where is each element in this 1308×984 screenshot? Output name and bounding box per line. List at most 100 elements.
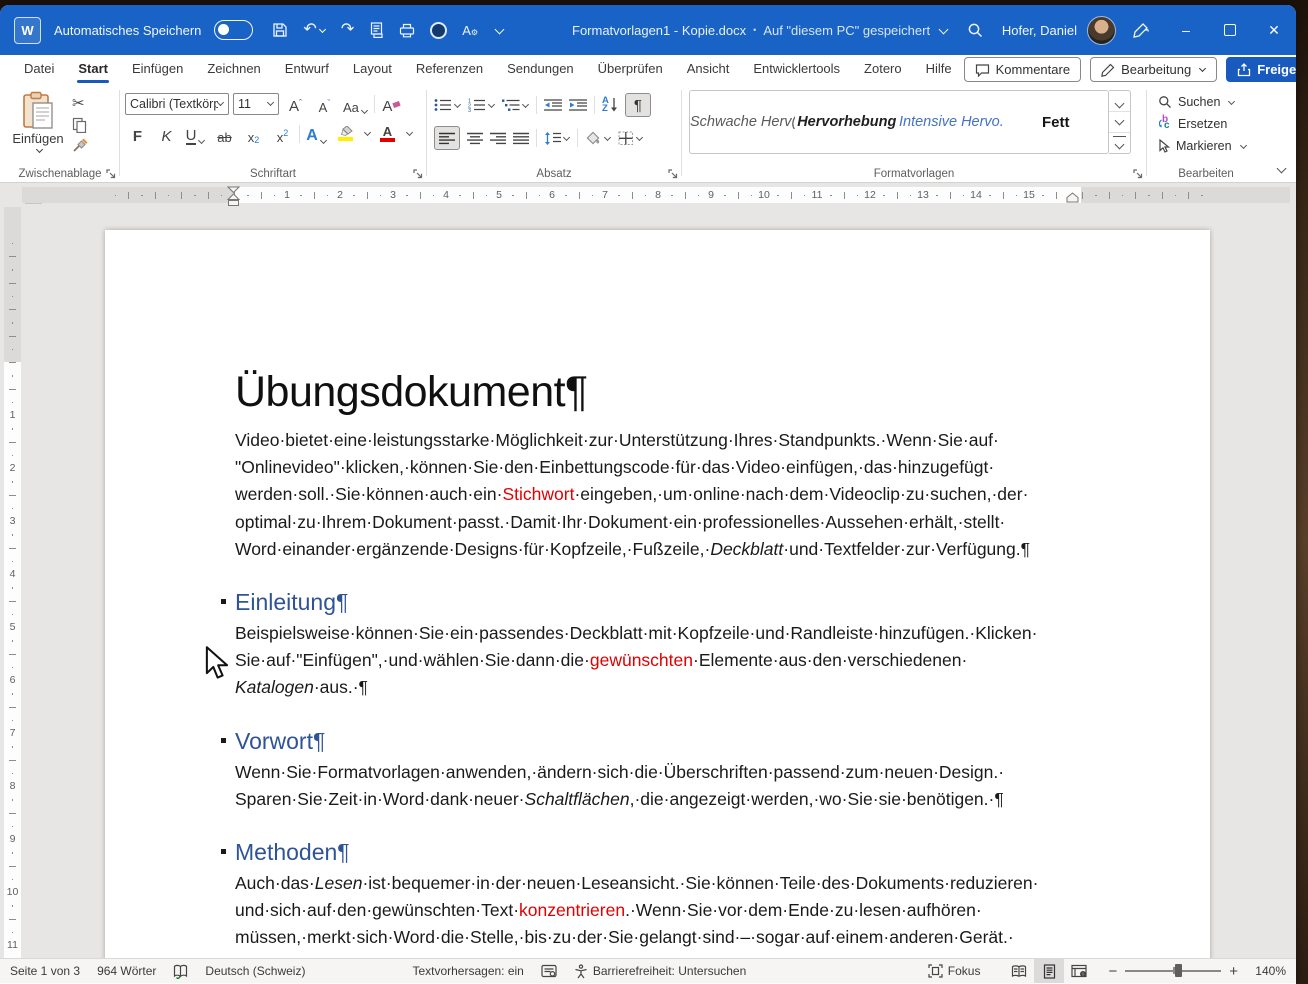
paste-dropdown-icon[interactable] (35, 146, 42, 153)
style-fett[interactable]: Fett (1004, 114, 1109, 131)
document-heading-title[interactable]: Übungsdokument¶ (235, 365, 1085, 420)
styles-gallery-up-button[interactable] (1109, 91, 1130, 111)
text-predictions-icon[interactable] (541, 964, 557, 978)
justify-button[interactable] (513, 132, 529, 145)
cut-button[interactable]: ✂ (72, 94, 88, 112)
borders-button[interactable] (618, 131, 643, 146)
share-button[interactable]: Freigeben (1226, 57, 1296, 82)
clear-formatting-button[interactable]: A (379, 92, 404, 115)
font-size-select[interactable]: 11 (233, 93, 279, 115)
zoom-percentage[interactable]: 140% (1246, 964, 1286, 978)
page-count[interactable]: Seite 1 von 3 (10, 964, 80, 978)
grow-font-button[interactable]: Aˆ (283, 92, 308, 115)
vertical-ruler[interactable]: 1234567891011 (4, 207, 21, 958)
shrink-font-button[interactable]: Aˇ (312, 92, 337, 115)
heading[interactable]: Vorwort¶ (235, 726, 1085, 756)
zoom-slider-handle[interactable] (1175, 964, 1182, 977)
save-status[interactable]: Auf "diesem PC" gespeichert (763, 23, 930, 38)
tab-entwurf[interactable]: Entwurf (273, 55, 341, 84)
find-button[interactable]: Suchen (1158, 93, 1264, 111)
document-page[interactable]: Übungsdokument¶ Video·bietet·eine·leistu… (105, 230, 1210, 958)
save-icon[interactable] (272, 22, 288, 38)
minimize-button[interactable]: – (1164, 5, 1208, 55)
decrease-indent-button[interactable] (544, 98, 562, 112)
zoom-out-button[interactable]: − (1108, 963, 1117, 980)
font-color-dropdown-icon[interactable] (406, 129, 413, 136)
tab-hilfe[interactable]: Hilfe (914, 55, 964, 84)
accessibility-checker[interactable]: Barrierefreiheit: Untersuchen (574, 964, 746, 979)
underline-button[interactable]: U (183, 122, 208, 145)
paragraph[interactable]: Video·bietet·eine·leistungsstarke·Möglic… (235, 427, 1085, 563)
tab-entwicklertools[interactable]: Entwicklertools (741, 55, 852, 84)
zoom-slider[interactable] (1125, 970, 1221, 971)
clipboard-dialog-launcher-icon[interactable] (106, 169, 116, 179)
change-case-button[interactable]: Aa (341, 92, 370, 115)
printer-icon[interactable] (399, 23, 415, 38)
increase-indent-button[interactable] (569, 98, 587, 112)
format-painter-button[interactable] (72, 138, 88, 154)
tab-ueberpruefen[interactable]: Überprüfen (586, 55, 675, 84)
ink-pen-icon[interactable] (1132, 21, 1150, 39)
highlight-dropdown-icon[interactable] (364, 129, 371, 136)
paragraph[interactable]: Beispielsweise·können·Sie·ein·passendes·… (235, 620, 1085, 702)
select-button[interactable]: Markieren (1158, 137, 1264, 155)
font-color-button[interactable]: A (375, 122, 400, 145)
tab-start[interactable]: Start (66, 55, 120, 84)
paragraph[interactable]: Auch·das·Lesen·ist·bequemer·in·der·neuen… (235, 870, 1085, 952)
align-right-button[interactable] (490, 132, 506, 145)
word-count[interactable]: 964 Wörter (97, 964, 156, 978)
font-name-select[interactable]: Calibri (Textkörp (125, 93, 229, 115)
avatar[interactable] (1087, 16, 1116, 45)
heading[interactable]: Einleitung¶ (235, 587, 1085, 617)
styles-gallery-more-button[interactable] (1109, 132, 1130, 153)
word-app-icon[interactable]: W (14, 17, 41, 44)
replace-button[interactable]: b c Ersetzen (1158, 115, 1264, 133)
tab-einfuegen[interactable]: Einfügen (120, 55, 195, 84)
first-line-indent-marker[interactable] (227, 186, 240, 201)
strikethrough-button[interactable]: ab (212, 122, 237, 145)
styles-gallery-down-button[interactable] (1109, 111, 1130, 132)
shading-button[interactable] (585, 131, 611, 146)
proofing-icon[interactable] (173, 964, 188, 979)
print-preview-icon[interactable] (369, 22, 384, 38)
editing-mode-button[interactable]: Bearbeitung (1090, 57, 1217, 82)
align-left-button[interactable] (434, 126, 460, 150)
align-center-button[interactable] (467, 132, 483, 145)
bold-button[interactable]: F (125, 122, 150, 145)
autosave-toggle[interactable] (214, 20, 253, 40)
tab-referenzen[interactable]: Referenzen (404, 55, 495, 84)
qat-customize-chevron-icon[interactable] (495, 24, 505, 34)
redo-button[interactable]: ↷ (341, 22, 354, 38)
style-hervorhebung[interactable]: Hervorhebung (795, 114, 900, 130)
font-dialog-launcher-icon[interactable] (413, 169, 423, 179)
highlight-button[interactable] (333, 122, 358, 145)
search-icon[interactable] (967, 22, 984, 39)
user-name[interactable]: Hofer, Daniel (1002, 23, 1077, 38)
copy-button[interactable] (72, 117, 88, 133)
zoom-in-button[interactable]: + (1229, 963, 1238, 980)
focus-mode-button[interactable]: Fokus (928, 964, 981, 978)
tab-layout[interactable]: Layout (341, 55, 404, 84)
save-status-chevron-icon[interactable] (939, 24, 949, 34)
tab-sendungen[interactable]: Sendungen (495, 55, 586, 84)
close-button[interactable]: ✕ (1252, 5, 1296, 55)
undo-button[interactable]: ↶ (303, 21, 325, 39)
italic-button[interactable]: K (154, 122, 179, 145)
paragraph-dialog-launcher-icon[interactable] (668, 169, 678, 179)
tab-zotero[interactable]: Zotero (852, 55, 914, 84)
tab-ansicht[interactable]: Ansicht (675, 55, 742, 84)
style-schwache-hervorhebung[interactable]: Schwache Herv( (690, 114, 795, 130)
collapse-ribbon-chevron-icon[interactable] (1277, 164, 1287, 174)
document-body[interactable]: Übungsdokument¶ Video·bietet·eine·leistu… (235, 365, 1085, 952)
superscript-button[interactable]: x2 (270, 122, 295, 145)
style-intensive-hervorhebung[interactable]: Intensive Hervo. (899, 114, 1004, 130)
multilevel-list-button[interactable] (502, 98, 529, 112)
text-effects-button[interactable]: A (304, 122, 329, 145)
undo-dropdown-icon[interactable] (319, 26, 326, 33)
tab-datei[interactable]: Datei (12, 55, 66, 84)
maximize-button[interactable] (1208, 5, 1252, 55)
subscript-button[interactable]: x2 (241, 122, 266, 145)
print-layout-button[interactable] (1034, 959, 1064, 983)
bullet-list-button[interactable] (434, 98, 461, 112)
right-indent-marker[interactable] (1066, 192, 1079, 203)
